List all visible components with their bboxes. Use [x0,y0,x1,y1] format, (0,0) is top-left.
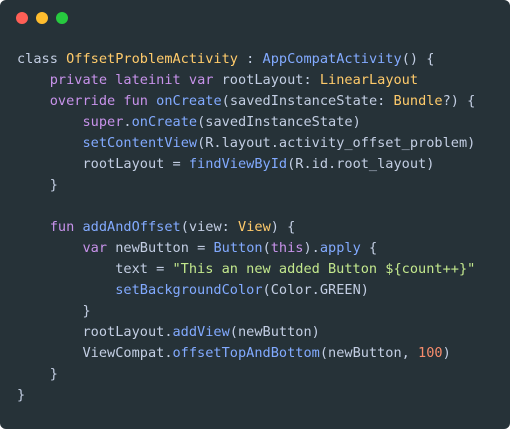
code-line: text = "This an new added Button ${count… [17,259,475,280]
code-token-keyword: super [82,114,124,130]
code-line: private lateinit var rootLayout: LinearL… [17,70,475,91]
code-token-number: 100 [418,345,443,361]
code-token-plain: rootLayout: [221,72,320,88]
window-controls [16,12,68,24]
code-token-function: findViewById [188,156,288,172]
code-token-keyword: fun [49,219,83,235]
code-line: override fun onCreate(savedInstanceState… [17,91,476,112]
code-token-plain: (savedInstanceState: [221,93,394,109]
code-token-plain: ?) { [442,93,476,109]
code-token-plain: ( [262,240,271,256]
code-token-plain: ViewCompat. [17,345,173,361]
code-token-plain: (newButton) [229,324,320,340]
code-token-plain: rootLayout. [17,324,173,340]
code-token-plain: } [17,387,26,403]
code-token-function: offsetTopAndBottom [172,345,320,361]
code-line: super.onCreate(savedInstanceState) [17,112,475,133]
code-token-plain: (newButton, [319,345,419,361]
code-token-plain: ) { [270,219,296,235]
code-line: setBackgroundColor(Color.GREEN) [17,280,475,301]
code-line: var newButton = Button(this).apply { [17,238,475,259]
code-token-plain: } [17,303,91,319]
code-token-type: LinearLayout [319,72,419,88]
code-line: rootLayout.addView(newButton) [17,322,475,343]
code-token-keyword: override fun [49,93,157,109]
code-token-plain: rootLayout = [17,156,189,172]
code-token-plain: class [17,51,67,67]
code-token-plain: (savedInstanceState) [197,114,361,130]
code-token-function: onCreate [131,114,198,130]
code-token-plain: } [17,366,58,382]
code-token-function: Button [213,240,263,256]
code-token-type: Bundle [393,93,443,109]
code-token-plain: newButton = [115,240,214,256]
code-token-function: addAndOffset [82,219,181,235]
minimize-button[interactable] [36,12,48,24]
code-token-plain: (R.layout.activity_offset_problem) [197,135,476,151]
code-token-plain: (view: [180,219,239,235]
code-token-plain: } [17,177,58,193]
code-token-function: AppCompatActivity [262,51,402,67]
code-token-function: setBackgroundColor [115,282,263,298]
code-line: } [17,364,475,385]
code-token-function: apply [319,240,361,256]
code-line: fun addAndOffset(view: View) { [17,217,475,238]
code-token-keyword: this [270,240,304,256]
code-token-type: View [238,219,271,235]
code-line: rootLayout = findViewById(R.id.root_layo… [17,154,475,175]
close-button[interactable] [16,12,28,24]
code-token-plain: ). [303,240,320,256]
code-line: } [17,385,475,406]
code-token-keyword: var [82,240,116,256]
code-token-plain: . [123,114,132,130]
code-token-function: addView [172,324,230,340]
code-line: } [17,301,475,322]
code-token-plain: : [237,51,263,67]
code-token-function: onCreate [156,93,222,109]
code-token-plain: (Color.GREEN) [262,282,369,298]
code-token-function: setContentView [82,135,198,151]
code-line: } [17,175,475,196]
code-line: ViewCompat.offsetTopAndBottom(newButton,… [17,343,475,364]
code-token-plain: { [360,240,378,256]
code-token-string: "This an new added Button ${count++}" [172,261,476,277]
maximize-button[interactable] [56,12,68,24]
code-token-plain: ) [442,345,451,361]
code-token-plain: () { [401,51,435,67]
code-window: class OffsetProblemActivity : AppCompatA… [0,0,510,429]
code-line: class OffsetProblemActivity : AppCompatA… [17,49,475,70]
code-block: class OffsetProblemActivity : AppCompatA… [17,49,475,406]
code-token-type: OffsetProblemActivity [66,51,238,67]
code-line: setContentView(R.layout.activity_offset_… [17,133,475,154]
code-token-plain: (R.id.root_layout) [287,156,435,172]
code-token-keyword: private lateinit var [49,72,222,88]
code-token-plain: text = [17,261,173,277]
